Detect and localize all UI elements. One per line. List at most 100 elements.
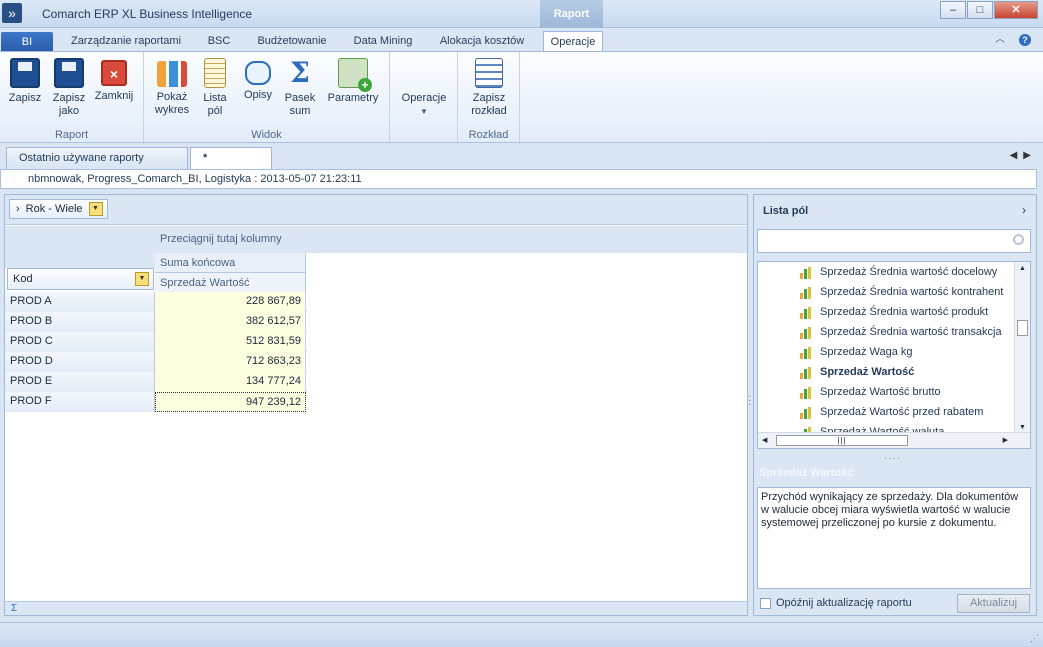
row-value-selected[interactable]: 947 239,12	[155, 392, 306, 412]
measure-icon	[800, 267, 814, 279]
group-operacje: Operacje ▼	[390, 52, 458, 144]
tab-zarzadzanie-raportami[interactable]: Zarządzanie raportami	[62, 31, 190, 52]
descriptions-button[interactable]: Opisy	[240, 58, 276, 102]
parameters-icon	[338, 58, 372, 92]
row-header-area	[5, 226, 155, 268]
list-icon	[204, 58, 226, 88]
resize-grip-icon[interactable]: ⋰	[1030, 633, 1039, 644]
row-value[interactable]: 382 612,57	[155, 312, 306, 332]
chart-icon	[157, 61, 187, 87]
totals-footer: Σ	[5, 601, 747, 615]
tab-alokacja-kosztow[interactable]: Alokacja kosztów	[430, 31, 534, 52]
row-value[interactable]: 712 863,23	[155, 352, 306, 372]
table-row: PROD B 382 612,57	[5, 312, 307, 332]
group-widok: Pokaż wykres Lista pól Opisy Σ Pasek sum…	[144, 52, 390, 144]
row-value[interactable]: 512 831,59	[155, 332, 306, 352]
collapse-panel-icon[interactable]: ›	[1022, 203, 1026, 217]
defer-update-checkbox[interactable]	[760, 597, 771, 609]
field-search-input[interactable]	[757, 229, 1031, 253]
tab-operacje[interactable]: Operacje	[543, 31, 603, 52]
scroll-up-icon[interactable]: ▲	[1019, 265, 1026, 272]
group-label-raport: Raport	[54, 129, 89, 141]
tab-recent-reports[interactable]: Ostatnio używane raporty	[6, 147, 188, 169]
list-item[interactable]: Sprzedaż Wartość przed rabatem	[758, 402, 1030, 422]
help-icon[interactable]: ?	[1019, 34, 1031, 46]
row-label[interactable]: PROD B	[5, 312, 155, 332]
row-label[interactable]: PROD D	[5, 352, 155, 372]
row-field-kod[interactable]: Kod ▼	[7, 268, 154, 290]
field-description: Przychód wynikający ze sprzedaży. Dla do…	[757, 487, 1031, 589]
scroll-thumb-horizontal[interactable]: |||	[776, 435, 908, 446]
measure-icon	[800, 367, 814, 379]
minimize-ribbon-icon[interactable]: ︿	[995, 34, 1005, 46]
description-splitter[interactable]: ····	[884, 453, 901, 464]
row-value[interactable]: 228 867,89	[155, 292, 306, 312]
sigma-icon: Σ	[290, 56, 310, 89]
horizontal-scrollbar[interactable]: ◀ ||| ▶	[758, 432, 1030, 448]
measure-header[interactable]: Sprzedaż Wartość	[155, 273, 306, 293]
row-value[interactable]: 134 777,24	[155, 372, 306, 392]
list-item[interactable]: Sprzedaż Średnia wartość produkt	[758, 302, 1030, 322]
table-row: PROD C 512 831,59	[5, 332, 307, 352]
totals-bar-button[interactable]: Σ Pasek sum	[282, 58, 318, 118]
row-label[interactable]: PROD E	[5, 372, 155, 392]
parameters-button[interactable]: Parametry	[324, 58, 382, 105]
tab-scroll-arrows[interactable]: ◀▶	[1010, 150, 1037, 161]
group-label-widok: Widok	[251, 129, 282, 141]
tab-raport[interactable]: * Raport✕	[190, 147, 272, 186]
column-drop-hint[interactable]: Przeciągnij tutaj kolumny	[155, 226, 747, 253]
operations-dropdown-button[interactable]: Operacje ▼	[398, 92, 450, 118]
save-as-button[interactable]: Zapisz jako	[48, 58, 90, 118]
scroll-down-icon[interactable]: ▼	[1019, 424, 1026, 431]
title-bar: » Comarch ERP XL Business Intelligence R…	[0, 0, 1043, 28]
close-report-button[interactable]: × Zamknij	[92, 58, 136, 103]
save-button[interactable]: Zapisz	[4, 58, 46, 105]
list-item-selected[interactable]: Sprzedaż Wartość	[758, 362, 1030, 382]
table-row: PROD F 947 239,12	[5, 392, 307, 412]
tab-bi[interactable]: BI	[1, 32, 53, 53]
list-item[interactable]: Sprzedaż Waga kg	[758, 342, 1030, 362]
show-chart-button[interactable]: Pokaż wykres	[152, 58, 192, 117]
group-raport: Zapisz Zapisz jako × Zamknij Raport	[0, 52, 144, 144]
list-item[interactable]: Sprzedaż Średnia wartość docelowy	[758, 262, 1030, 282]
tab-bsc[interactable]: BSC	[200, 31, 238, 52]
row-label[interactable]: PROD F	[5, 392, 155, 412]
row-field-dropdown-icon[interactable]: ▼	[135, 272, 149, 286]
vertical-scrollbar[interactable]: ▲ ▼	[1014, 262, 1030, 434]
scroll-right-icon[interactable]: ▶	[1003, 436, 1008, 444]
list-item[interactable]: Sprzedaż Wartość brutto	[758, 382, 1030, 402]
search-icon	[1013, 234, 1024, 245]
window-controls: – □ ✕	[939, 1, 1038, 19]
measure-icon	[800, 287, 814, 299]
maximize-icon[interactable]: □	[967, 1, 993, 19]
description-title: Sprzedaż Wartość	[759, 467, 854, 479]
filter-dropdown-icon[interactable]: ▼	[88, 202, 103, 216]
ribbon: Zapisz Zapisz jako × Zamknij Raport Poka…	[0, 51, 1043, 144]
layout-icon	[475, 58, 503, 88]
apply-button[interactable]: Aktualizuj	[957, 594, 1030, 613]
filter-area: › Rok - Wiele ▼	[5, 195, 747, 225]
row-label[interactable]: PROD C	[5, 332, 155, 352]
close-icon[interactable]: ✕	[994, 1, 1038, 19]
field-list: Sprzedaż Średnia wartość docelowy Sprzed…	[757, 261, 1031, 449]
list-item[interactable]: Sprzedaż Średnia wartość transakcja	[758, 322, 1030, 342]
tab-data-mining[interactable]: Data Mining	[346, 31, 420, 52]
row-label[interactable]: PROD A	[5, 292, 155, 312]
list-item[interactable]: Sprzedaż Średnia wartość kontrahent	[758, 282, 1030, 302]
scroll-left-icon[interactable]: ◀	[762, 436, 767, 444]
minimize-icon[interactable]: –	[940, 1, 966, 19]
grand-total-header: Suma końcowa	[155, 253, 306, 273]
tab-budzetowanie[interactable]: Budżetowanie	[248, 31, 336, 52]
chevron-right-icon: ›	[16, 203, 20, 215]
panel-splitter[interactable]: · · ·	[748, 392, 751, 410]
filter-year-button[interactable]: › Rok - Wiele ▼	[9, 199, 108, 219]
table-row: PROD E 134 777,24	[5, 372, 307, 392]
ribbon-tabs: BI Zarządzanie raportami BSC Budżetowani…	[0, 28, 1043, 53]
field-list-button[interactable]: Lista pól	[198, 58, 232, 118]
save-layout-button[interactable]: Zapisz rozkład	[464, 58, 514, 118]
window-title: Comarch ERP XL Business Intelligence	[42, 7, 253, 21]
app-logo-icon[interactable]: »	[2, 3, 22, 23]
scroll-thumb[interactable]	[1017, 320, 1028, 336]
floppy-disk-edit-icon	[54, 58, 84, 88]
defer-update-option[interactable]: Opóźnij aktualizację raportu	[760, 597, 912, 609]
